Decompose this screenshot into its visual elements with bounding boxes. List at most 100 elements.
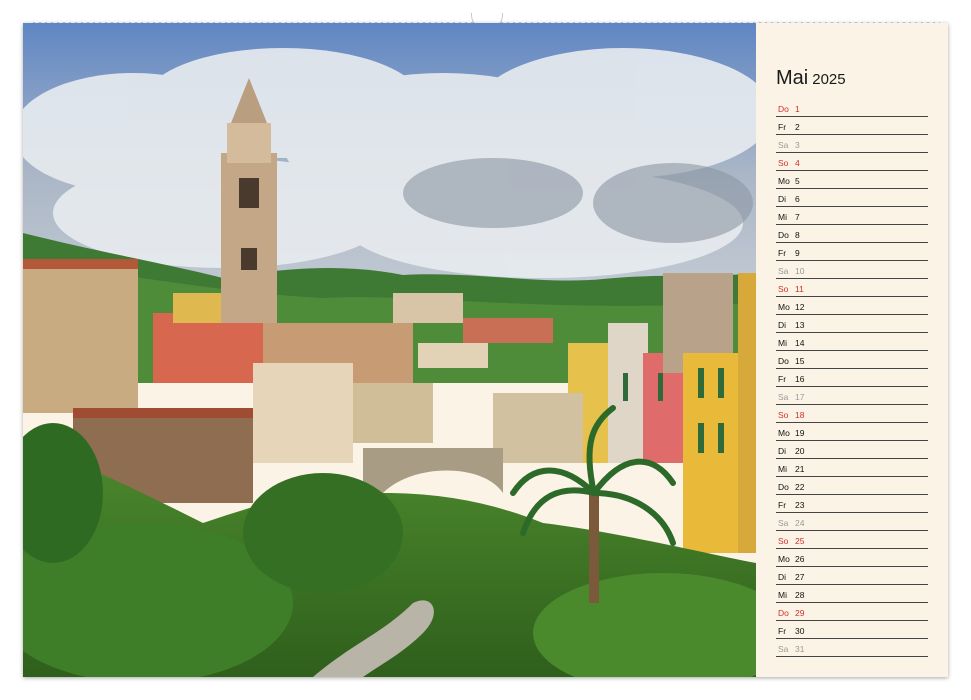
weekday-label: Fr bbox=[778, 626, 787, 636]
day-row: Do 1 bbox=[776, 99, 928, 117]
weekday-label: Fr bbox=[778, 500, 787, 510]
day-number: 1 bbox=[795, 104, 800, 114]
weekday-label: Sa bbox=[778, 518, 789, 528]
day-number: 22 bbox=[795, 482, 805, 492]
weekday-label: So bbox=[778, 284, 789, 294]
year: 2025 bbox=[812, 71, 846, 88]
day-number: 30 bbox=[795, 626, 805, 636]
day-list: Do 1 Fr 2 Sa 3 So 4 Mo 5 Di 6 Mi 7 Do 8 Fr 9 Sa 10 So 11 Mo 12 D… bbox=[776, 99, 928, 657]
day-row: Do 15 bbox=[776, 351, 928, 369]
weekday-label: So bbox=[778, 410, 789, 420]
weekday-label: Mi bbox=[778, 590, 787, 600]
weekday-label: Di bbox=[778, 446, 787, 456]
weekday-label: Mo bbox=[778, 428, 790, 438]
weekday-label: Mo bbox=[778, 302, 790, 312]
weekday-label: Do bbox=[778, 482, 789, 492]
day-row: Mi 28 bbox=[776, 585, 928, 603]
day-number: 2 bbox=[795, 122, 800, 132]
day-number: 7 bbox=[795, 212, 800, 222]
day-row: Fr 23 bbox=[776, 495, 928, 513]
day-number: 11 bbox=[795, 284, 804, 294]
day-row: Di 6 bbox=[776, 189, 928, 207]
day-row: Do 22 bbox=[776, 477, 928, 495]
weekday-label: Sa bbox=[778, 140, 789, 150]
day-row: Di 20 bbox=[776, 441, 928, 459]
day-number: 4 bbox=[795, 158, 800, 168]
day-row: Mo 26 bbox=[776, 549, 928, 567]
month-title: Mai 2025 bbox=[776, 67, 846, 90]
day-row: Sa 17 bbox=[776, 387, 928, 405]
day-number: 9 bbox=[795, 248, 800, 258]
day-row: Mo 12 bbox=[776, 297, 928, 315]
weekday-label: Do bbox=[778, 356, 789, 366]
day-row: Mi 14 bbox=[776, 333, 928, 351]
day-number: 8 bbox=[795, 230, 800, 240]
day-number: 21 bbox=[795, 464, 805, 474]
day-row: Di 13 bbox=[776, 315, 928, 333]
day-row: Sa 31 bbox=[776, 639, 928, 657]
weekday-label: Sa bbox=[778, 266, 789, 276]
weekday-label: So bbox=[778, 536, 789, 546]
day-row: Do 29 bbox=[776, 603, 928, 621]
day-number: 31 bbox=[795, 644, 805, 654]
day-number: 26 bbox=[795, 554, 805, 564]
village-landscape-image bbox=[23, 23, 756, 677]
weekday-label: Fr bbox=[778, 374, 787, 384]
weekday-label: Do bbox=[778, 104, 789, 114]
day-number: 17 bbox=[795, 392, 805, 402]
day-number: 15 bbox=[795, 356, 805, 366]
day-row: Sa 3 bbox=[776, 135, 928, 153]
day-row: Di 27 bbox=[776, 567, 928, 585]
weekday-label: Mi bbox=[778, 338, 787, 348]
day-row: Mi 21 bbox=[776, 459, 928, 477]
calendar-panel: Mai 2025 Do 1 Fr 2 Sa 3 So 4 Mo 5 Di 6 Mi 7 Do 8 Fr 9 Sa 10 S… bbox=[756, 23, 948, 677]
day-row: Fr 2 bbox=[776, 117, 928, 135]
day-number: 29 bbox=[795, 608, 805, 618]
weekday-label: Do bbox=[778, 230, 789, 240]
day-number: 6 bbox=[795, 194, 800, 204]
day-number: 3 bbox=[795, 140, 800, 150]
day-row: So 25 bbox=[776, 531, 928, 549]
day-row: Fr 16 bbox=[776, 369, 928, 387]
day-number: 18 bbox=[795, 410, 805, 420]
weekday-label: Mi bbox=[778, 212, 787, 222]
weekday-label: Mo bbox=[778, 176, 790, 186]
day-row: Fr 30 bbox=[776, 621, 928, 639]
weekday-label: Do bbox=[778, 608, 789, 618]
weekday-label: Di bbox=[778, 320, 787, 330]
day-number: 5 bbox=[795, 176, 800, 186]
day-number: 28 bbox=[795, 590, 805, 600]
weekday-label: Fr bbox=[778, 122, 787, 132]
weekday-label: Mi bbox=[778, 464, 787, 474]
weekday-label: Fr bbox=[778, 248, 787, 258]
day-row: Mo 19 bbox=[776, 423, 928, 441]
day-row: Sa 24 bbox=[776, 513, 928, 531]
day-number: 20 bbox=[795, 446, 805, 456]
day-number: 19 bbox=[795, 428, 805, 438]
day-number: 24 bbox=[795, 518, 805, 528]
day-row: Fr 9 bbox=[776, 243, 928, 261]
day-number: 25 bbox=[795, 536, 805, 546]
day-number: 13 bbox=[795, 320, 805, 330]
day-number: 12 bbox=[795, 302, 805, 312]
month-name: Mai bbox=[776, 67, 809, 89]
calendar-page: Mai 2025 Do 1 Fr 2 Sa 3 So 4 Mo 5 Di 6 Mi 7 Do 8 Fr 9 Sa 10 S… bbox=[23, 23, 948, 677]
day-number: 16 bbox=[795, 374, 805, 384]
day-row: Mo 5 bbox=[776, 171, 928, 189]
weekday-label: Mo bbox=[778, 554, 790, 564]
day-row: Sa 10 bbox=[776, 261, 928, 279]
day-number: 14 bbox=[795, 338, 805, 348]
weekday-label: Sa bbox=[778, 392, 789, 402]
month-photo bbox=[23, 23, 756, 677]
day-row: So 4 bbox=[776, 153, 928, 171]
day-row: Mi 7 bbox=[776, 207, 928, 225]
weekday-label: Di bbox=[778, 194, 787, 204]
weekday-label: Di bbox=[778, 572, 787, 582]
weekday-label: So bbox=[778, 158, 789, 168]
day-row: So 11 bbox=[776, 279, 928, 297]
day-number: 27 bbox=[795, 572, 805, 582]
day-row: Do 8 bbox=[776, 225, 928, 243]
day-number: 10 bbox=[795, 266, 805, 276]
day-number: 23 bbox=[795, 500, 805, 510]
day-row: So 18 bbox=[776, 405, 928, 423]
